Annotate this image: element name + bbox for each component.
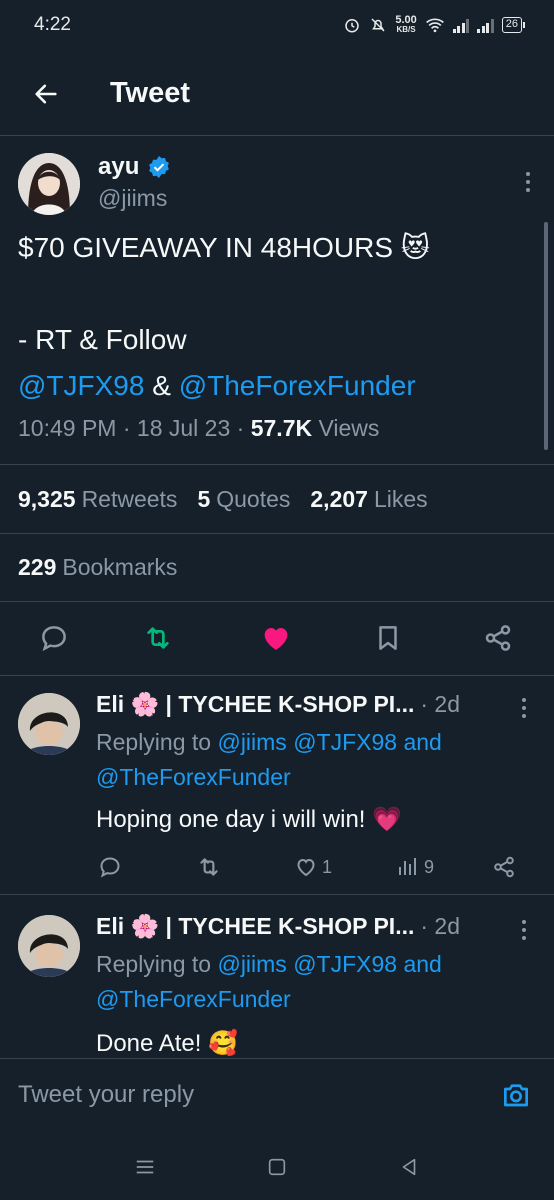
- reply-author: Eli 🌸 | TYCHEE K-SHOP PI... · 2d: [96, 691, 460, 718]
- signal-icon-2: [477, 17, 494, 33]
- reply-author-name[interactable]: Eli 🌸 | TYCHEE K-SHOP PI...: [96, 913, 414, 940]
- reply-share-button[interactable]: [492, 853, 516, 881]
- verified-badge-icon: [149, 156, 170, 178]
- reply-like-button[interactable]: 1: [294, 853, 332, 881]
- engagement-stats: 9,325 Retweets 5 Quotes 2,207 Likes: [0, 464, 554, 534]
- share-button[interactable]: [480, 620, 516, 656]
- more-icon: [526, 172, 530, 176]
- more-icon: [522, 920, 526, 924]
- reply-more-button[interactable]: [514, 915, 534, 945]
- reply-avatar[interactable]: [18, 693, 80, 755]
- share-icon: [494, 856, 514, 878]
- more-button[interactable]: [518, 167, 538, 197]
- status-bar: 4:22 5.00 KB/S 26: [0, 0, 554, 50]
- mute-bell-icon: [371, 18, 385, 32]
- reply-input[interactable]: [18, 1080, 496, 1109]
- reply-avatar[interactable]: [18, 915, 80, 977]
- reply-views-count: 9: [424, 856, 435, 877]
- wifi-icon: [425, 18, 444, 33]
- reply-text: Done Ate! 🥰: [96, 1030, 238, 1057]
- bookmark-icon: [379, 626, 397, 650]
- reply-more-button[interactable]: [514, 693, 534, 723]
- heart-icon: [264, 628, 288, 650]
- mention-link[interactable]: @TheForexFunder: [179, 370, 416, 401]
- system-nav-bar: [0, 1130, 554, 1200]
- avatar-image: [18, 915, 80, 977]
- tweet-author: ayu @jiims: [18, 151, 538, 221]
- reply-button[interactable]: [36, 620, 72, 656]
- avatar-image: [18, 693, 80, 755]
- reply-author: Eli 🌸 | TYCHEE K-SHOP PI... · 2d: [96, 913, 460, 940]
- more-icon: [522, 698, 526, 702]
- home-icon: [268, 1158, 286, 1176]
- reply-time: · 2d: [420, 691, 461, 717]
- bookmarks-stat[interactable]: 229 Bookmarks: [0, 534, 554, 602]
- reply-author-name[interactable]: Eli 🌸 | TYCHEE K-SHOP PI...: [96, 691, 414, 718]
- heart-icon: [297, 858, 315, 877]
- reply-text: Hoping one day i will win! 💗: [96, 806, 403, 833]
- avatar[interactable]: [18, 153, 80, 215]
- tweet-actions: [0, 602, 554, 676]
- retweet-button[interactable]: [140, 620, 176, 656]
- reply-tweet[interactable]: Eli 🌸 | TYCHEE K-SHOP PI... · 2d Replyin…: [0, 899, 554, 1058]
- status-time: 4:22: [34, 14, 71, 35]
- signal-icon: [452, 17, 470, 33]
- header: Tweet: [0, 52, 554, 136]
- share-icon: [485, 625, 511, 651]
- retweets-stat[interactable]: 9,325 Retweets: [18, 486, 177, 513]
- views-icon: [399, 858, 416, 875]
- reply-icon: [42, 626, 66, 652]
- mention-link[interactable]: @jiims @TJFX98 and: [217, 729, 441, 755]
- reply-views-button[interactable]: 9: [396, 853, 434, 881]
- reply-compose-bar: [0, 1058, 554, 1130]
- tweet-text-line: - RT & Follow: [18, 324, 187, 355]
- reply-icon: [100, 857, 120, 878]
- retweet-icon: [147, 627, 169, 649]
- reply-reply-button[interactable]: [98, 853, 122, 881]
- replying-to: Replying to @jiims @TJFX98 and @TheForex…: [96, 729, 442, 790]
- reply-tweet[interactable]: Eli 🌸 | TYCHEE K-SHOP PI... · 2d Replyin…: [0, 677, 554, 895]
- reply-actions: 1 9: [96, 853, 536, 883]
- system-back-button[interactable]: [394, 1152, 424, 1182]
- reply-time: · 2d: [420, 913, 461, 939]
- mention-link[interactable]: @jiims @TJFX98 and: [217, 951, 441, 977]
- retweet-icon: [200, 858, 218, 876]
- bookmark-button[interactable]: [370, 620, 406, 656]
- views-count[interactable]: 57.7K: [251, 415, 312, 441]
- home-button[interactable]: [262, 1152, 292, 1182]
- reply-like-count: 1: [322, 856, 333, 877]
- reply-retweet-button[interactable]: [196, 853, 222, 881]
- likes-stat[interactable]: 2,207 Likes: [310, 486, 427, 513]
- avatar-image: [18, 153, 80, 215]
- mention-link[interactable]: @TJFX98: [18, 370, 144, 401]
- network-speed: 5.00 KB/S: [395, 14, 417, 35]
- back-button[interactable]: [22, 70, 70, 118]
- camera-button[interactable]: [496, 1075, 536, 1115]
- back-arrow-icon: [35, 84, 57, 103]
- author-name[interactable]: ayu: [98, 153, 171, 181]
- tweet-time: 10:49 PM: [18, 415, 117, 441]
- tweet-text-line: $70 GIVEAWAY IN 48HOURS 😻: [18, 232, 430, 263]
- quotes-stat[interactable]: 5 Quotes: [197, 486, 290, 513]
- status-icons: 5.00 KB/S 26: [343, 14, 526, 35]
- back-icon: [402, 1158, 416, 1176]
- tweet-date: 18 Jul 23: [136, 415, 231, 441]
- tweet-meta: 10:49 PM · 18 Jul 23 · 57.7K Views: [18, 415, 380, 441]
- menu-icon: [136, 1160, 154, 1174]
- alarm-icon: [345, 19, 360, 33]
- recents-button[interactable]: [130, 1152, 160, 1182]
- mention-link[interactable]: @TheForexFunder: [96, 764, 291, 790]
- author-handle[interactable]: @jiims: [98, 185, 167, 212]
- camera-icon: [504, 1083, 528, 1106]
- page-title: Tweet: [110, 77, 191, 109]
- mention-link[interactable]: @TheForexFunder: [96, 986, 291, 1012]
- battery-icon: 26: [501, 17, 526, 33]
- replying-to: Replying to @jiims @TJFX98 and @TheForex…: [96, 951, 442, 1012]
- tweet-text: $70 GIVEAWAY IN 48HOURS 😻 - RT & Follow …: [18, 225, 528, 409]
- like-button[interactable]: [258, 620, 294, 656]
- scrollbar[interactable]: [544, 222, 548, 450]
